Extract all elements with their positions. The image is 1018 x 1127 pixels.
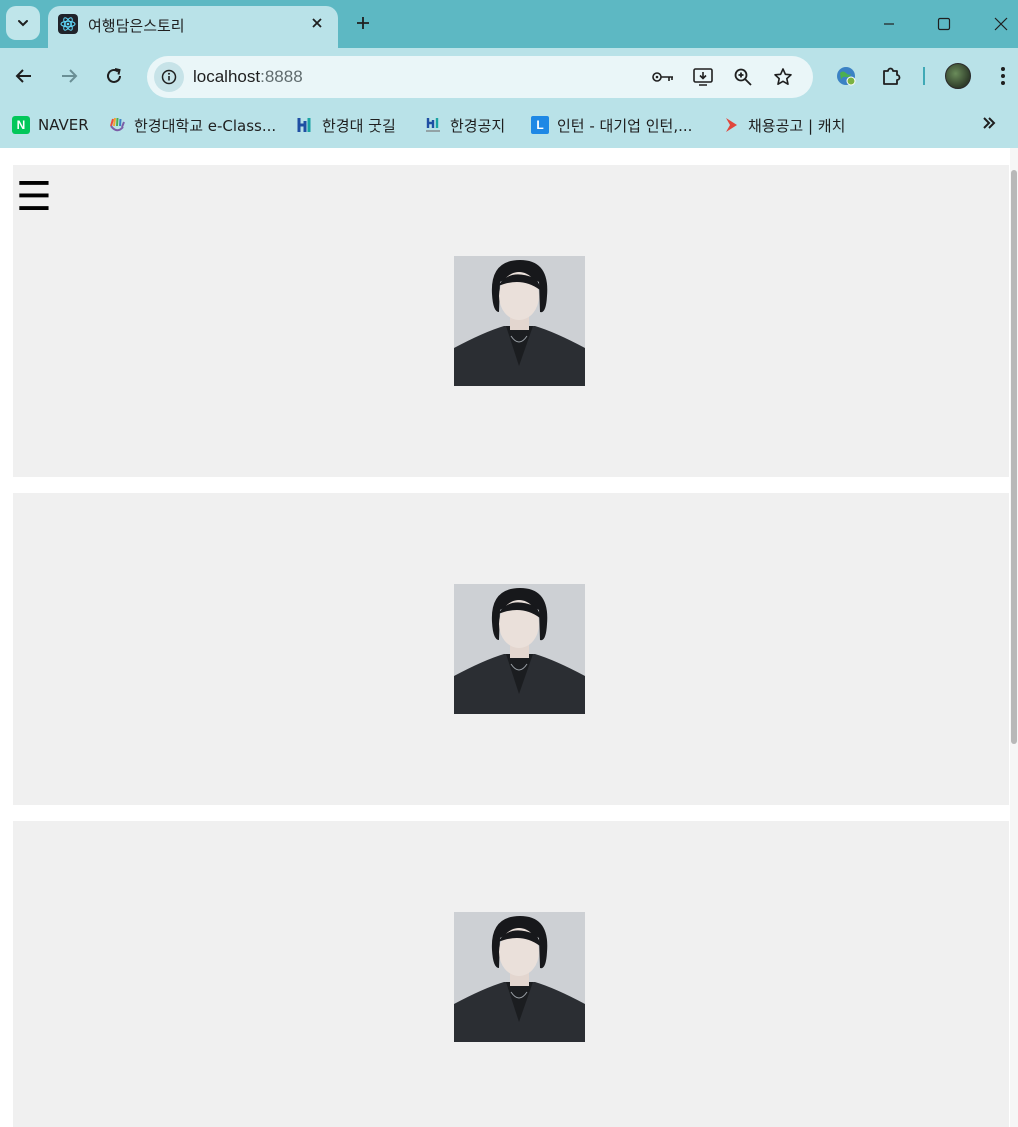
close-icon (994, 17, 1008, 31)
page-scrollbar[interactable] (1010, 148, 1018, 1127)
bookmark-hknu-notice[interactable]: 한경공지 (424, 114, 505, 136)
minimize-icon (884, 23, 894, 25)
forward-button[interactable] (55, 62, 83, 90)
browser-toolbar: localhost:8888 (0, 48, 1018, 104)
globe-extension-icon (837, 67, 856, 86)
hknu-logo-small-icon (424, 116, 442, 134)
bookmark-hknu-goodgil[interactable]: 한경대 굿길 (296, 114, 396, 136)
profile-card (13, 821, 1009, 1127)
bookmark-star-button[interactable] (771, 66, 795, 88)
url-port: :8888 (260, 67, 303, 86)
bookmark-label: 인턴 - 대기업 인턴,... (557, 116, 693, 135)
url-text: localhost:8888 (193, 67, 303, 87)
maximize-button[interactable] (930, 10, 958, 38)
maximize-icon (937, 17, 951, 31)
zoom-button[interactable] (731, 66, 755, 88)
tab-search-button[interactable] (6, 6, 40, 40)
naver-icon: N (12, 116, 30, 134)
password-key-button[interactable] (651, 66, 675, 88)
install-app-button[interactable] (691, 66, 715, 88)
star-icon (774, 68, 792, 85)
active-tab[interactable]: 여행담은스토리 (48, 6, 338, 48)
new-tab-button[interactable] (352, 12, 374, 34)
extension-globe-button[interactable] (834, 64, 858, 88)
arrow-right-icon (62, 69, 78, 83)
zoom-in-icon (734, 68, 752, 86)
react-logo-icon (58, 14, 78, 34)
bookmark-label: 한경대학교 e-Class... (134, 116, 277, 135)
reload-icon (107, 68, 121, 83)
address-bar[interactable]: localhost:8888 (147, 56, 813, 98)
bookmark-label: NAVER (38, 116, 89, 134)
arrow-left-icon (15, 69, 31, 83)
hamburger-menu-icon[interactable]: ☰ (16, 177, 52, 217)
reload-button[interactable] (100, 62, 128, 90)
bookmark-label: 채용공고 | 캐치 (748, 116, 846, 135)
bookmark-naver[interactable]: N NAVER (12, 114, 89, 136)
bookmarks-bar: N NAVER 한경대학교 e-Class... 한경대 굿길 한경공지 L 인… (0, 104, 1018, 148)
hknu-logo-icon (296, 116, 314, 134)
bookmark-label: 한경공지 (450, 116, 506, 135)
eclass-hand-icon (108, 116, 126, 134)
browser-menu-button[interactable] (991, 64, 1015, 88)
profile-card: ☰ (13, 165, 1009, 477)
minimize-button[interactable] (875, 10, 903, 38)
key-icon (652, 72, 673, 82)
profile-photo (454, 256, 585, 386)
puzzle-icon (883, 67, 901, 85)
more-vertical-icon (1001, 67, 1005, 85)
profile-photo (454, 912, 585, 1042)
url-host: localhost (193, 67, 261, 86)
chevron-down-icon (18, 20, 28, 27)
more-bookmarks-button[interactable] (982, 116, 996, 135)
bookmark-linkareer[interactable]: L 인턴 - 대기업 인턴,... (531, 114, 692, 136)
install-icon (693, 68, 713, 86)
info-icon (161, 69, 177, 85)
profile-photo (454, 584, 585, 714)
extensions-button[interactable] (879, 64, 903, 88)
window-close-button[interactable] (987, 10, 1015, 38)
plus-icon (357, 17, 369, 29)
close-icon (312, 18, 322, 28)
profile-card (13, 493, 1009, 805)
page-viewport: ☰ (0, 148, 1018, 1127)
profile-avatar[interactable] (945, 63, 971, 89)
bookmark-catch[interactable]: 채용공고 | 캐치 (722, 114, 845, 136)
tab-title: 여행담은스토리 (88, 17, 185, 35)
site-info-button[interactable] (154, 62, 184, 92)
tab-close-button[interactable] (308, 14, 326, 32)
tab-strip: 여행담은스토리 (0, 0, 1018, 48)
double-chevron-right-icon (983, 117, 996, 129)
toolbar-divider (923, 67, 925, 85)
bookmark-eclass[interactable]: 한경대학교 e-Class... (108, 114, 276, 136)
bookmark-label: 한경대 굿길 (322, 116, 396, 135)
scrollbar-thumb[interactable] (1011, 170, 1017, 744)
catch-arrow-icon (722, 116, 740, 134)
back-button[interactable] (10, 62, 38, 90)
linkareer-icon: L (531, 116, 549, 134)
